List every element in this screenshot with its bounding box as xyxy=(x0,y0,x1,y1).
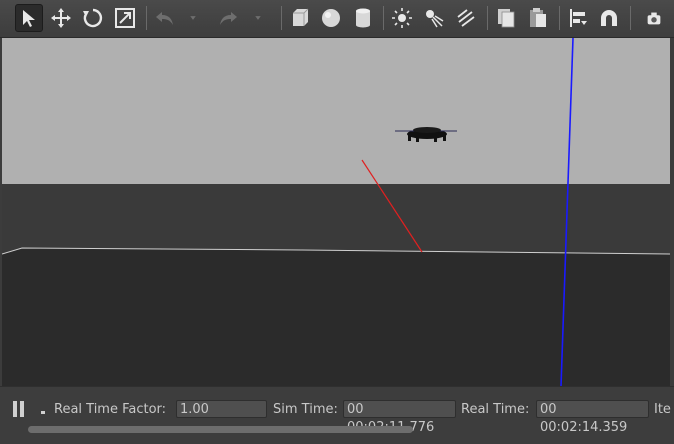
far-ground-plane xyxy=(2,184,670,254)
rotate-mode-icon[interactable] xyxy=(79,4,107,32)
spot-light-icon[interactable] xyxy=(420,4,448,32)
pause-button[interactable] xyxy=(12,401,26,417)
step-button[interactable] xyxy=(41,411,45,414)
toolbar xyxy=(0,0,674,38)
select-mode-icon[interactable] xyxy=(15,4,43,32)
align-icon[interactable] xyxy=(564,4,592,32)
ground-plane xyxy=(2,248,670,386)
sim-time-value: 00 00:02:11.776 xyxy=(343,400,456,435)
iterations-label: Ite xyxy=(654,402,671,417)
undo-dropdown-icon[interactable] xyxy=(183,4,203,32)
sim-time-label: Sim Time: xyxy=(273,402,338,417)
directional-light-icon[interactable] xyxy=(452,4,480,32)
undo-icon[interactable] xyxy=(151,4,179,32)
snap-icon[interactable] xyxy=(595,4,623,32)
sphere-shape-icon[interactable] xyxy=(317,4,345,32)
horizontal-scrollbar[interactable] xyxy=(2,424,670,436)
real-time-value: 00 00:02:14.359 xyxy=(536,400,649,435)
real-time-factor-value: 1.00 xyxy=(176,400,267,418)
scrollbar-thumb[interactable] xyxy=(28,426,413,433)
real-time-label: Real Time: xyxy=(461,402,530,417)
scene-viewport[interactable] xyxy=(2,38,670,386)
cylinder-shape-icon[interactable] xyxy=(349,4,377,32)
box-shape-icon[interactable] xyxy=(286,4,314,32)
scene-render xyxy=(2,38,670,386)
redo-dropdown-icon[interactable] xyxy=(248,4,268,32)
translate-mode-icon[interactable] xyxy=(47,4,75,32)
real-time-factor-label: Real Time Factor: xyxy=(54,402,167,417)
redo-icon[interactable] xyxy=(214,4,242,32)
copy-icon[interactable] xyxy=(492,4,520,32)
point-light-icon[interactable] xyxy=(388,4,416,32)
scale-mode-icon[interactable] xyxy=(111,4,139,32)
screenshot-icon[interactable] xyxy=(644,4,664,32)
paste-icon[interactable] xyxy=(524,4,552,32)
